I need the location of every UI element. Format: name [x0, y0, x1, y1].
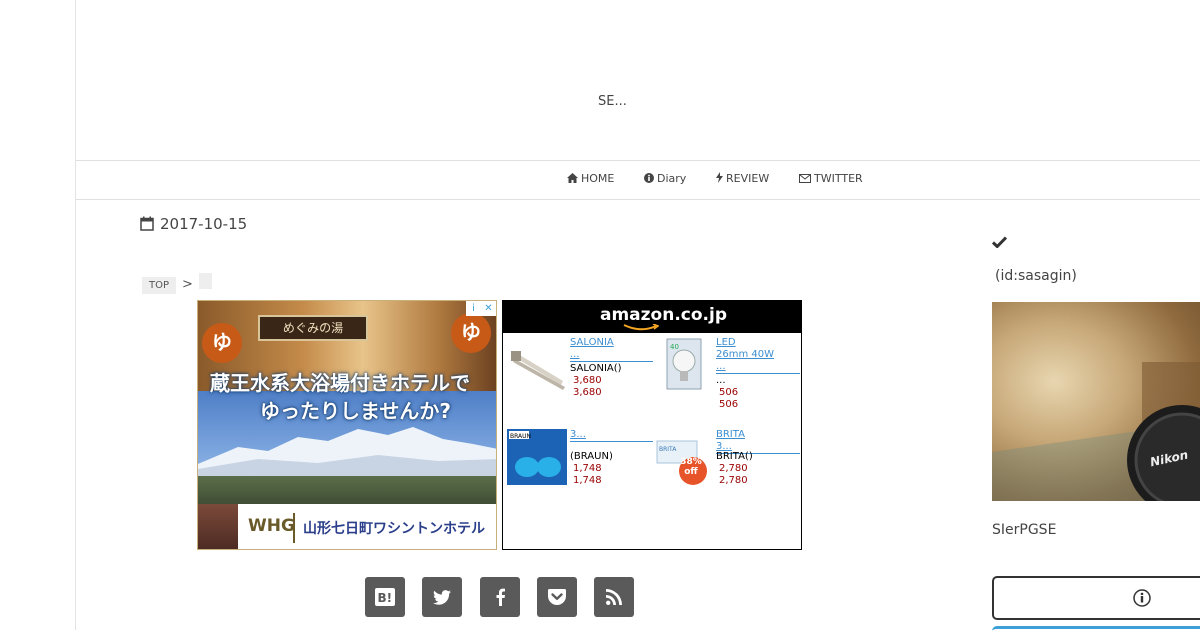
- site-header: [76, 0, 1200, 160]
- share-hatena-button[interactable]: B!: [365, 577, 405, 617]
- product-name: BRITA(): [716, 451, 753, 462]
- share-facebook-button[interactable]: [480, 577, 520, 617]
- product-name: SALONIA(): [570, 363, 622, 374]
- snow-mountain-image: [198, 427, 496, 479]
- svg-text:BRITA: BRITA: [659, 446, 677, 453]
- svg-text:40: 40: [670, 343, 679, 351]
- ad-hotel-footer: WHG 山形七日町ワシントンホテル: [198, 504, 496, 549]
- sidebar-about-button[interactable]: [992, 576, 1200, 620]
- braun-cartridge-image: BRAUN: [507, 429, 567, 485]
- product-price: 2,780: [719, 463, 748, 474]
- product-price: 506: [719, 387, 739, 398]
- amazon-product-ad[interactable]: amazon.co.jp SALONIA... SALONIA() 3,680 …: [502, 300, 802, 550]
- product-title-line: SALONIA: [570, 337, 614, 348]
- breadcrumb: TOP >: [142, 273, 212, 294]
- pocket-icon: [548, 589, 566, 605]
- amazon-product-card[interactable]: BRITA BRITA 3... BRITA() 2,780 2,780 38% …: [649, 429, 800, 524]
- breadcrumb-category-link[interactable]: [198, 273, 212, 289]
- product-price: 3,680: [573, 375, 602, 386]
- share-rss-button[interactable]: [594, 577, 634, 617]
- ad-hotel-logo: WHG: [248, 516, 295, 536]
- product-price: 3,680: [573, 387, 602, 398]
- ad-hotel-headline-1: 蔵王水系大浴場付きホテルで: [210, 371, 470, 395]
- ad-hotel-name: 山形七日町ワシントンホテル: [303, 521, 485, 537]
- share-pocket-button[interactable]: [537, 577, 577, 617]
- rss-icon: [606, 589, 622, 605]
- nav-label-twitter: TWITTER: [814, 172, 863, 185]
- share-twitter-button[interactable]: [422, 577, 462, 617]
- article-date-text: 2017-10-15: [160, 215, 248, 233]
- site-description: SE...: [598, 94, 627, 109]
- facebook-icon: [496, 588, 505, 606]
- onsen-mark-icon: ゆ: [202, 323, 242, 363]
- sidebar-heading: [991, 233, 1008, 252]
- product-title[interactable]: 3...: [570, 429, 654, 442]
- nav-item-diary[interactable]: Diary: [644, 172, 686, 185]
- led-bulb-image: 40: [653, 337, 713, 393]
- adchoices-info-icon[interactable]: i: [466, 301, 481, 316]
- product-name: ...: [716, 375, 726, 386]
- product-title-line: ...: [716, 361, 726, 372]
- discount-badge: 38% off: [680, 457, 702, 477]
- envelope-icon: [799, 174, 811, 183]
- ad-forest-ground: [198, 476, 496, 506]
- product-title-line: 26mm 40W: [716, 349, 774, 360]
- sidebar-user-id: (id:sasagin): [995, 268, 1077, 284]
- ad-hotel-divider: [293, 513, 295, 543]
- product-title-line: BRITA: [716, 429, 745, 440]
- ad-hotel-building-image: [198, 504, 238, 549]
- svg-text:B!: B!: [378, 591, 393, 605]
- amazon-product-card[interactable]: BRAUN 3... (BRAUN) 1,748 1,748: [503, 429, 654, 524]
- hair-iron-image: [507, 337, 567, 393]
- onsen-mark-icon: ゆ: [451, 313, 491, 353]
- camera-lens-cap-image: Nikon: [992, 362, 1200, 501]
- sidebar-profile-photo: Nikon: [992, 302, 1200, 501]
- product-title[interactable]: LED 26mm 40W...: [716, 337, 800, 374]
- check-icon: [991, 236, 1008, 249]
- product-price: 2,780: [719, 475, 748, 486]
- article-date: 2017-10-15: [140, 215, 247, 233]
- nav-item-review[interactable]: REVIEW: [716, 172, 769, 185]
- hatena-bookmark-icon: B!: [375, 588, 395, 606]
- ad-close-icon[interactable]: ✕: [481, 301, 496, 316]
- amazon-smile-icon: [623, 324, 659, 331]
- sidebar-description: SIerPGSE: [992, 522, 1057, 538]
- product-title-line: LED: [716, 337, 736, 348]
- ad-hotel-headline-2: ゆったりしませんか?: [260, 399, 452, 423]
- info-circle-icon: [1133, 589, 1151, 607]
- product-name: (BRAUN): [570, 451, 613, 462]
- product-price: 1,748: [573, 475, 602, 486]
- amazon-logo: amazon.co.jp: [600, 305, 728, 325]
- adchoices-badge[interactable]: i ✕: [466, 301, 496, 316]
- product-price: 1,748: [573, 463, 602, 474]
- nav-item-twitter[interactable]: TWITTER: [799, 172, 863, 185]
- breadcrumb-separator: >: [182, 277, 193, 292]
- amazon-header: amazon.co.jp: [503, 301, 801, 333]
- ad-hotel-sign: めぐみの湯: [258, 315, 368, 341]
- hotel-banner-ad[interactable]: めぐみの湯 ゆ ゆ 蔵王水系大浴場付きホテルで ゆったりしませんか? WHG 山…: [197, 300, 497, 550]
- amazon-product-card[interactable]: 40 LED 26mm 40W... ... 506 506: [649, 337, 800, 432]
- product-title-line: 3...: [570, 429, 586, 440]
- calendar-icon: [140, 216, 154, 231]
- global-nav: HOME Diary REVIEW TWITTER: [76, 160, 1200, 200]
- sidebar-subscribe-button[interactable]: [992, 626, 1200, 636]
- svg-text:BRAUN: BRAUN: [510, 433, 531, 440]
- nav-item-home[interactable]: HOME: [567, 172, 614, 185]
- breadcrumb-top-link[interactable]: TOP: [142, 277, 177, 294]
- amazon-product-card[interactable]: SALONIA... SALONIA() 3,680 3,680: [503, 337, 654, 432]
- nav-label-home: HOME: [581, 172, 615, 185]
- bolt-icon: [716, 172, 723, 183]
- product-title[interactable]: SALONIA...: [570, 337, 654, 362]
- info-circle-icon: [644, 173, 654, 183]
- nav-label-diary: Diary: [657, 172, 687, 185]
- nav-label-review: REVIEW: [726, 172, 770, 185]
- product-title-line: ...: [570, 349, 580, 360]
- twitter-icon: [433, 589, 451, 605]
- home-icon: [567, 173, 578, 183]
- product-price: 506: [719, 399, 739, 410]
